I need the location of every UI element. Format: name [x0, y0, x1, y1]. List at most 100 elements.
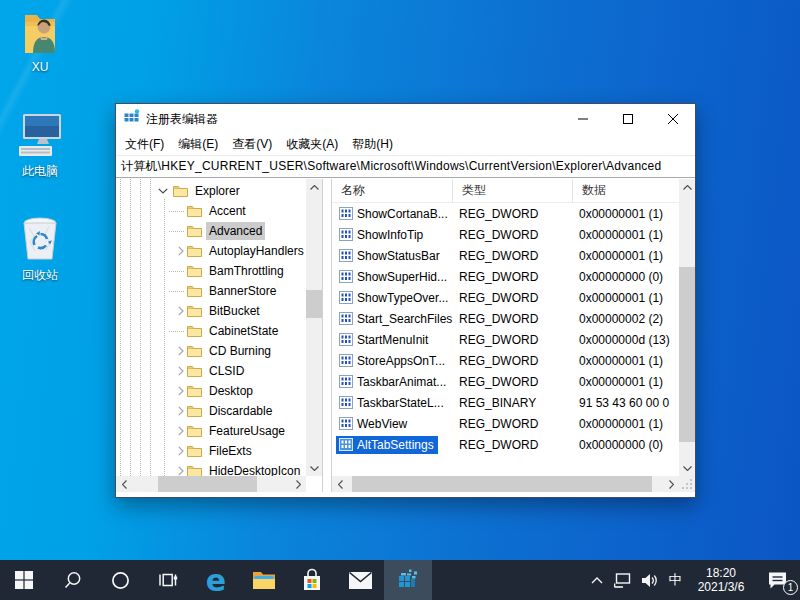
reg-value-icon — [339, 354, 354, 367]
tree-item-advanced[interactable]: Advanced — [116, 221, 306, 241]
chevron-right-icon[interactable] — [178, 466, 184, 476]
chevron-right-icon[interactable] — [178, 386, 184, 396]
desktop-icon-user-folder[interactable]: XU — [0, 11, 80, 74]
value-row-showinfotip[interactable]: ShowInfoTipREG_DWORD0x00000001 (1) — [332, 224, 679, 245]
tree-item-discardable[interactable]: Discardable — [116, 401, 306, 421]
action-center-button[interactable]: 1 — [754, 560, 800, 600]
pane-splitter[interactable] — [322, 179, 332, 492]
tree-item-bitbucket[interactable]: BitBucket — [116, 301, 306, 321]
value-row-startmenuinit[interactable]: StartMenuInitREG_DWORD0x0000000d (13) — [332, 329, 679, 350]
tree-item-bamthrottling[interactable]: BamThrottling — [116, 261, 306, 281]
folder-icon — [187, 205, 202, 218]
menubar: 文件(F)编辑(E)查看(V)收藏夹(A)帮助(H) — [116, 134, 695, 156]
column-header-data[interactable]: 数据 — [573, 179, 679, 202]
main-area: ExplorerAccentAdvancedAutoplayHandlersBa… — [116, 179, 695, 492]
tree-item-autoplayhandlers[interactable]: AutoplayHandlers — [116, 241, 306, 261]
tree-pane: ExplorerAccentAdvancedAutoplayHandlersBa… — [116, 179, 322, 492]
value-row-showstatusbar[interactable]: ShowStatusBarREG_DWORD0x00000001 (1) — [332, 245, 679, 266]
titlebar: 注册表编辑器 — [116, 104, 695, 134]
chevron-right-icon[interactable] — [178, 426, 184, 436]
tree-connector — [169, 271, 184, 272]
edge-icon: e — [206, 563, 226, 598]
chevron-right-icon[interactable] — [178, 346, 184, 356]
mail-button[interactable] — [336, 560, 384, 600]
tree-item-clsid[interactable]: CLSID — [116, 361, 306, 381]
value-row-webview[interactable]: WebViewREG_DWORD0x00000001 (1) — [332, 413, 679, 434]
folder-icon — [187, 325, 202, 338]
value-row-showsuperhid-[interactable]: ShowSuperHid...REG_DWORD0x00000000 (0) — [332, 266, 679, 287]
file-explorer-icon — [252, 571, 276, 590]
notification-badge: 1 — [783, 580, 798, 595]
tree-item-explorer[interactable]: Explorer — [116, 181, 306, 201]
reg-value-icon — [339, 207, 354, 220]
list-hscrollbar[interactable] — [332, 476, 679, 492]
tree-item-bannerstore[interactable]: BannerStore — [116, 281, 306, 301]
chevron-right-icon[interactable] — [178, 366, 184, 376]
address-bar[interactable]: 计算机\HKEY_CURRENT_USER\Software\Microsoft… — [116, 156, 695, 178]
menu-item-3[interactable]: 收藏夹(A) — [279, 134, 345, 155]
tray-expand-button[interactable] — [584, 560, 610, 600]
list-vscrollbar[interactable] — [679, 179, 695, 476]
value-row-start-searchfiles[interactable]: Start_SearchFilesREG_DWORD0x00000002 (2) — [332, 308, 679, 329]
chevron-right-icon[interactable] — [178, 446, 184, 456]
column-header-type[interactable]: 类型 — [453, 179, 573, 202]
clock[interactable]: 18:20 2021/3/6 — [688, 560, 754, 600]
file-explorer-button[interactable] — [240, 560, 288, 600]
column-header-name[interactable]: 名称 — [332, 179, 453, 202]
clock-time: 18:20 — [698, 566, 745, 580]
menu-item-2[interactable]: 查看(V) — [225, 134, 279, 155]
start-button[interactable] — [0, 560, 48, 600]
volume-tray-icon[interactable] — [636, 560, 662, 600]
tree-item-accent[interactable]: Accent — [116, 201, 306, 221]
menu-item-1[interactable]: 编辑(E) — [171, 134, 225, 155]
edge-button[interactable]: e — [192, 560, 240, 600]
registry-editor-taskbar-button[interactable] — [384, 560, 432, 600]
tree-item-desktop[interactable]: Desktop — [116, 381, 306, 401]
folder-icon — [187, 225, 202, 238]
tree-hscrollbar[interactable] — [116, 476, 306, 492]
value-row-storeappsont-[interactable]: StoreAppsOnT...REG_DWORD0x00000001 (1) — [332, 350, 679, 371]
reg-value-icon — [339, 417, 354, 430]
value-row-alttabsettings[interactable]: AltTabSettingsREG_DWORD0x00000000 (0) — [332, 434, 679, 455]
tree-item-featureusage[interactable]: FeatureUsage — [116, 421, 306, 441]
maximize-button[interactable] — [605, 104, 650, 134]
folder-icon — [187, 465, 202, 477]
folder-icon — [187, 265, 202, 278]
ime-indicator[interactable]: 中 — [662, 560, 688, 600]
chevron-right-icon[interactable] — [178, 246, 184, 256]
folder-icon — [187, 405, 202, 418]
menu-item-0[interactable]: 文件(F) — [118, 134, 171, 155]
search-button[interactable] — [48, 560, 96, 600]
value-row-showtypeover-[interactable]: ShowTypeOver...REG_DWORD0x00000001 (1) — [332, 287, 679, 308]
chevron-down-icon[interactable] — [158, 188, 168, 194]
menu-item-4[interactable]: 帮助(H) — [345, 134, 400, 155]
network-tray-icon[interactable] — [610, 560, 636, 600]
tree-item-hidedesktopicon[interactable]: HideDesktopIcon — [116, 461, 306, 476]
desktop-icon-recycle-bin[interactable]: 回收站 — [0, 214, 80, 284]
desktop-icon-label: 此电脑 — [22, 164, 58, 178]
tree-vscrollbar[interactable] — [306, 179, 322, 476]
cortana-icon — [111, 571, 130, 590]
task-view-button[interactable] — [144, 560, 192, 600]
desktop-icon-this-pc[interactable]: 此电脑 — [0, 112, 80, 180]
desktop-icon-label: XU — [32, 60, 49, 74]
windows-logo-icon — [15, 571, 33, 589]
close-button[interactable] — [650, 104, 695, 134]
resize-grip[interactable] — [679, 476, 695, 492]
reg-value-icon — [339, 249, 354, 262]
cortana-button[interactable] — [96, 560, 144, 600]
chevron-right-icon[interactable] — [178, 306, 184, 316]
tree-item-fileexts[interactable]: FileExts — [116, 441, 306, 461]
store-button[interactable] — [288, 560, 336, 600]
reg-value-icon — [339, 228, 354, 241]
chevron-right-icon[interactable] — [178, 406, 184, 416]
tree-item-cabinetstate[interactable]: CabinetState — [116, 321, 306, 341]
value-row-taskbarstatel-[interactable]: TaskbarStateL...REG_BINARY91 53 43 60 00… — [332, 392, 679, 413]
folder-icon — [187, 385, 202, 398]
tree-item-cd-burning[interactable]: CD Burning — [116, 341, 306, 361]
minimize-button[interactable] — [560, 104, 605, 134]
value-row-showcortanab-[interactable]: ShowCortanaB...REG_DWORD0x00000001 (1) — [332, 203, 679, 224]
value-row-taskbaranimat-[interactable]: TaskbarAnimat...REG_DWORD0x00000001 (1) — [332, 371, 679, 392]
tree-connector — [169, 291, 184, 292]
desktop: XU 此电脑 — [0, 0, 800, 600]
